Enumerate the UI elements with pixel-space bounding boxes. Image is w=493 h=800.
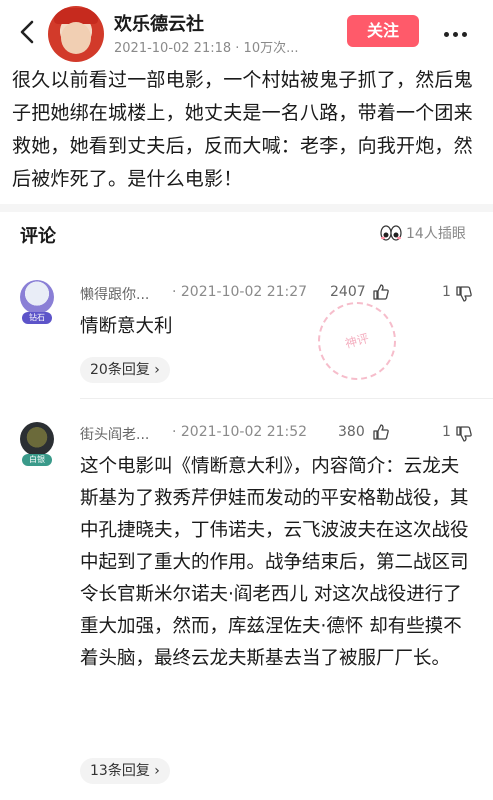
comments-title: 评论 — [20, 226, 56, 247]
commenter-badge: 钻石 — [22, 312, 52, 324]
commenter-avatar[interactable] — [20, 280, 54, 314]
author-avatar[interactable] — [48, 6, 104, 62]
post-meta: 2021-10-02 21:18 · 10万次... — [114, 41, 299, 56]
commenter-badge: 白银 — [22, 454, 52, 466]
replies-button[interactable]: 13条回复 › — [80, 758, 170, 784]
commenter-name[interactable]: 街头阎老... — [80, 424, 149, 444]
comment-time: · 2021-10-02 21:27 — [172, 284, 308, 300]
post-header: 欢乐德云社 2021-10-02 21:18 · 10万次... 关注 — [0, 0, 493, 62]
post-text: 很久以前看过一部电影，一个村姑被鬼子抓了，然后鬼子把她绑在城楼上，她丈夫是一名八… — [12, 69, 473, 190]
more-icon[interactable] — [444, 22, 474, 40]
insert-label: 14人插眼 — [406, 226, 466, 242]
hot-comment-stamp: 神评 — [309, 293, 405, 389]
comment-text: 情断意大利 — [80, 316, 173, 337]
section-divider — [0, 204, 493, 212]
dislike-count: 1 — [442, 424, 451, 440]
insert-eye-count[interactable]: 14人插眼 — [380, 223, 466, 243]
comment-time: · 2021-10-02 21:52 — [172, 424, 308, 440]
eyes-icon — [380, 225, 402, 241]
commenter-avatar[interactable] — [20, 422, 54, 456]
follow-button[interactable]: 关注 — [347, 15, 419, 47]
author-name[interactable]: 欢乐德云社 — [114, 10, 204, 36]
avatar-face — [61, 22, 91, 54]
like-count: 2407 — [330, 284, 366, 300]
thumb-up-icon[interactable] — [372, 283, 390, 301]
thumb-down-icon[interactable] — [455, 285, 473, 303]
comment-separator — [80, 398, 493, 399]
replies-button[interactable]: 20条回复 › — [80, 357, 170, 383]
like-count: 380 — [338, 424, 365, 440]
thumb-up-icon[interactable] — [372, 423, 390, 441]
back-arrow-icon[interactable] — [14, 18, 42, 46]
commenter-name[interactable]: 懒得跟你... — [80, 284, 149, 304]
dislike-count: 1 — [442, 284, 451, 300]
thumb-down-icon[interactable] — [455, 425, 473, 443]
comment-text: 这个电影叫《情断意大利》，内容简介：云龙夫斯基为了救秀芹伊娃而发动的平安格勒战役… — [80, 456, 469, 669]
